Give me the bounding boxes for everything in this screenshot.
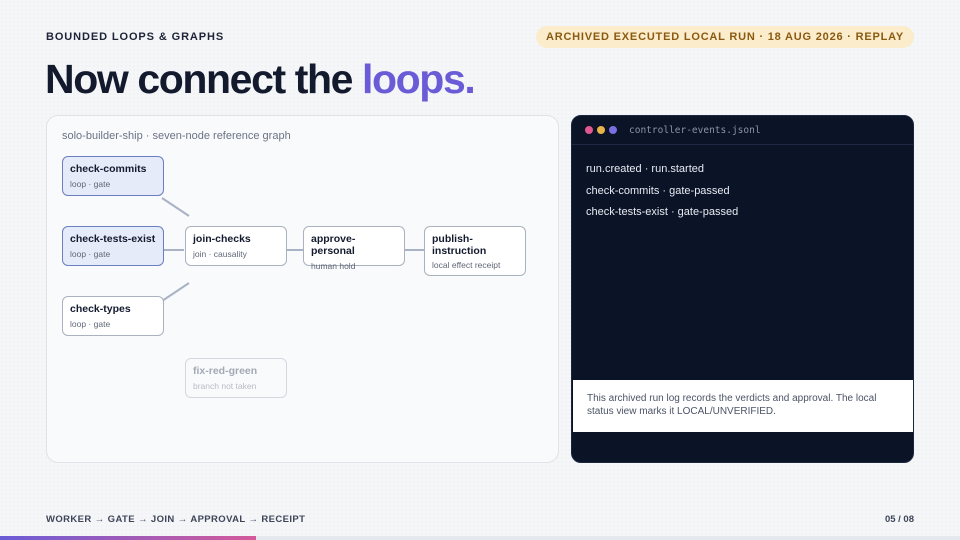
close-dot-icon — [585, 126, 593, 134]
node-join-checks[interactable]: join-checks join · causality — [185, 226, 287, 266]
node-subtitle: loop · gate — [70, 319, 111, 329]
event-log-terminal: controller-events.jsonl run.created · ru… — [571, 115, 914, 463]
node-title: approve-personal — [311, 233, 356, 257]
section-eyebrow: BOUNDED LOOPS & GRAPHS — [46, 31, 225, 43]
terminal-filename: controller-events.jsonl — [629, 125, 761, 136]
node-check-tests-exist[interactable]: check-tests-exist loop · gate — [62, 226, 164, 266]
run-status-badge: ARCHIVED EXECUTED LOCAL RUN · 18 AUG 202… — [535, 26, 914, 48]
log-line: run.created · run.started — [586, 163, 705, 175]
edge-types-to-join — [161, 282, 190, 302]
node-subtitle: branch not taken — [193, 381, 257, 391]
node-approve-personal[interactable]: approve-personal human hold — [303, 226, 405, 271]
title-prefix: Now connect the — [45, 56, 363, 102]
node-title: fix-red-green — [193, 365, 258, 377]
minimize-dot-icon — [597, 126, 605, 134]
node-title: publish-instruction — [432, 233, 487, 257]
slide-title: Now connect the loops. — [45, 56, 476, 103]
node-title: check-types — [70, 303, 131, 315]
terminal-lines: run.created · run.started check-commits … — [586, 159, 738, 224]
node-subtitle: loop · gate — [70, 179, 111, 189]
page-number: 05 / 08 — [884, 514, 914, 525]
node-title: check-commits — [70, 163, 147, 175]
node-check-commits[interactable]: check-commits loop · gate — [62, 156, 164, 196]
terminal-note: This archived run log records the verdic… — [573, 380, 913, 432]
node-publish-instruction[interactable]: publish-instruction local effect receipt — [424, 226, 526, 276]
terminal-titlebar: controller-events.jsonl — [572, 116, 913, 145]
footer-flow: WORKER → GATE → JOIN → APPROVAL → RECEIP… — [46, 514, 306, 525]
node-check-types[interactable]: check-types loop · gate — [62, 296, 164, 336]
slide-progress-bar — [0, 536, 960, 540]
node-subtitle: local effect receipt — [432, 260, 501, 270]
maximize-dot-icon — [609, 126, 617, 134]
reference-graph-panel: solo-builder-ship · seven-node reference… — [46, 115, 559, 463]
node-subtitle: join · causality — [193, 249, 247, 259]
slide-progress-fill — [0, 536, 257, 540]
log-line: check-tests-exist · gate-passed — [586, 206, 739, 218]
log-line: check-commits · gate-passed — [586, 184, 730, 197]
node-subtitle: human hold — [311, 261, 356, 271]
node-title: join-checks — [193, 233, 251, 245]
node-title: check-tests-exist — [70, 233, 156, 245]
node-fix-red-green[interactable]: fix-red-green branch not taken — [185, 358, 287, 398]
edge-commits-to-join — [161, 197, 190, 217]
node-subtitle: loop · gate — [70, 249, 111, 259]
title-accent: loops. — [362, 56, 476, 102]
